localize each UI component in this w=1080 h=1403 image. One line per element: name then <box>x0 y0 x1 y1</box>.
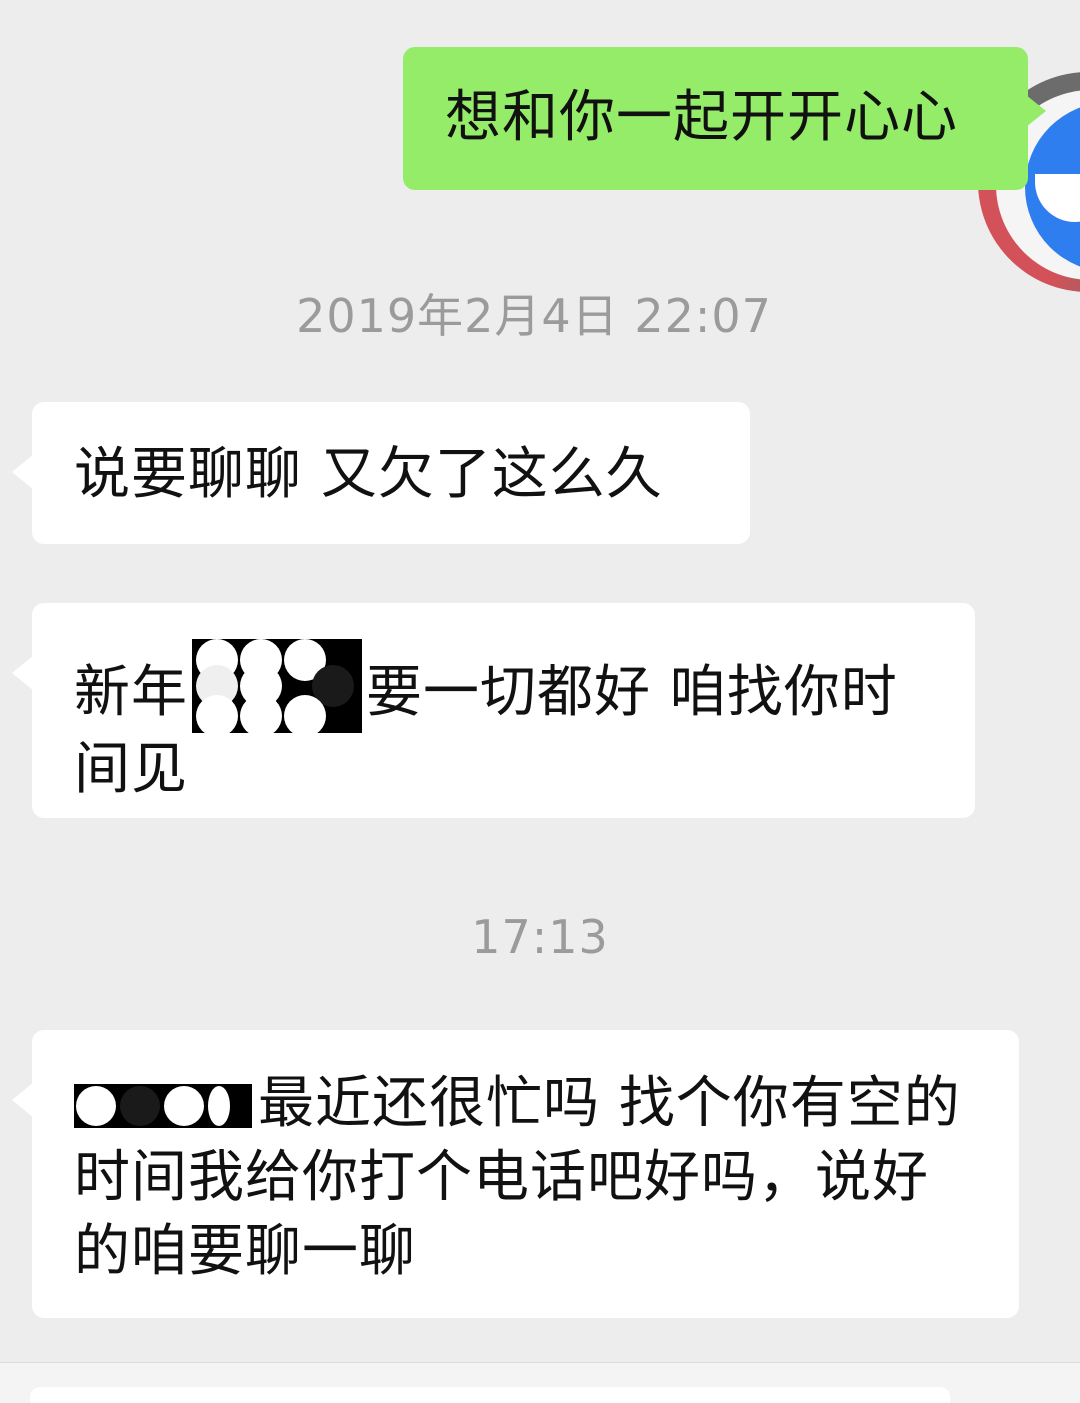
outgoing-message-bubble[interactable]: 想和你一起开开心心 <box>403 47 1046 190</box>
incoming-message-bubble[interactable]: 说要聊聊 又欠了这么久 <box>12 402 750 544</box>
timestamp: 17:13 <box>471 910 609 964</box>
input-bar <box>0 1362 1080 1403</box>
chat-screen: 想和你一起开开心心 2019年2月4日 22:07 说要聊聊 又欠了这么久 新年… <box>0 0 1080 1403</box>
incoming-message-bubble[interactable]: 最近还很忙吗 找个你有空的时间我给你打个电话吧好吗，说好的咱要聊一聊 <box>12 1030 1019 1318</box>
message-text: 说要聊聊 又欠了这么久 <box>74 442 663 507</box>
outgoing-message-text: 想和你一起开开心心 <box>445 85 958 150</box>
incoming-message-bubble[interactable]: 新年 要一切都好 咱找你时间见 <box>12 603 975 818</box>
timestamp: 2019年2月4日 22:07 <box>296 289 772 343</box>
censor-block <box>74 1084 252 1128</box>
censor-block <box>192 639 362 737</box>
message-input[interactable] <box>30 1387 950 1403</box>
message-text-start: 新年 <box>74 660 188 725</box>
